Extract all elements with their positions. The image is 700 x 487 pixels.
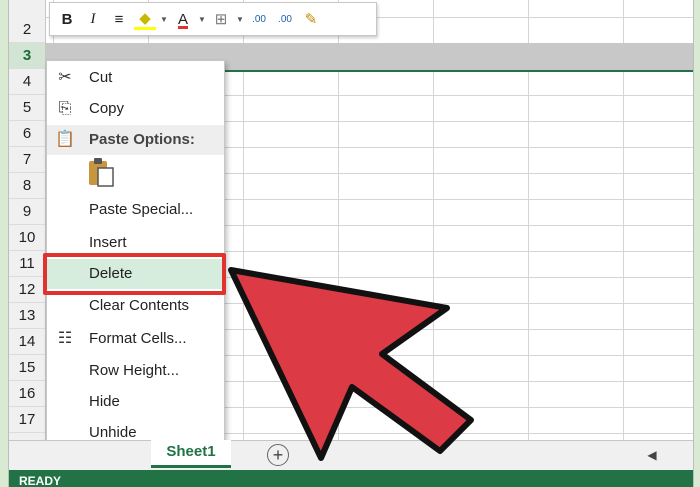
scroll-left-icon[interactable]: ◀ [643, 445, 661, 465]
menu-item-label: Insert [89, 234, 127, 251]
italic-button[interactable]: I [82, 11, 104, 28]
status-text: READY [19, 474, 62, 487]
format-cells-icon: ☷ [57, 330, 73, 347]
row-header[interactable]: 12 [9, 277, 45, 303]
menu-header-paste-options: 📋 Paste Options: [47, 125, 224, 155]
row-header[interactable]: 4 [9, 69, 45, 95]
font-color-icon[interactable]: A [172, 11, 194, 28]
chevron-down-icon[interactable]: ▼ [160, 15, 168, 24]
menu-item-row-height[interactable]: Row Height... [47, 356, 224, 386]
menu-item-label: Paste Special... [89, 201, 194, 218]
bold-button[interactable]: B [56, 11, 78, 28]
sheet-tab[interactable]: Sheet1 [151, 440, 231, 468]
menu-item-label: Clear Contents [89, 297, 190, 314]
menu-header-label: Paste Options: [89, 131, 195, 148]
row-header[interactable]: 16 [9, 381, 45, 407]
menu-item-clear-contents[interactable]: Clear Contents [47, 291, 224, 321]
add-sheet-icon[interactable]: + [267, 444, 289, 466]
row-header[interactable]: 7 [9, 147, 45, 173]
delete-highlight-box [43, 253, 226, 295]
decrease-decimal-icon[interactable]: .00 [274, 14, 296, 25]
chevron-down-icon[interactable]: ▼ [236, 15, 244, 24]
align-center-icon[interactable]: ≡ [108, 11, 130, 28]
menu-item-cut[interactable]: ✂ Cut [47, 63, 224, 93]
row-header[interactable]: 15 [9, 355, 45, 381]
row-header[interactable]: 17 [9, 407, 45, 433]
row-header[interactable]: 9 [9, 199, 45, 225]
chevron-down-icon[interactable]: ▼ [198, 15, 206, 24]
row-header[interactable]: 13 [9, 303, 45, 329]
menu-item-paste-special[interactable]: Paste Special... [47, 195, 224, 225]
sheet-tab-bar: Sheet1 + ◀ [9, 440, 693, 471]
menu-item-label: Hide [89, 393, 120, 410]
paste-clipboard-icon[interactable] [87, 156, 117, 188]
clipboard-icon: 📋 [55, 131, 75, 148]
menu-item-label: Format Cells... [89, 330, 187, 347]
format-painter-icon[interactable]: ✎ [300, 10, 322, 28]
copy-icon: ⎘ [58, 100, 72, 117]
row-header[interactable]: 8 [9, 173, 45, 199]
row-headers: 2 3 4 5 6 7 8 9 10 11 12 13 14 15 16 17 [9, 0, 46, 440]
row-header[interactable]: 11 [9, 251, 45, 277]
scissors-icon: ✂ [58, 69, 72, 86]
menu-item-label: Cut [89, 69, 113, 86]
row-header[interactable]: 6 [9, 121, 45, 147]
menu-item-format-cells[interactable]: ☷ Format Cells... [47, 324, 224, 354]
row-header-selected[interactable]: 3 [9, 43, 45, 69]
menu-item-label: Unhide [89, 424, 137, 441]
menu-item-label: Row Height... [89, 362, 180, 379]
row-header[interactable]: 5 [9, 95, 45, 121]
row-header[interactable]: 10 [9, 225, 45, 251]
row-header[interactable]: 2 [9, 17, 45, 43]
spreadsheet-window: 2 3 4 5 6 7 8 9 10 11 12 13 14 15 16 17 … [8, 0, 694, 487]
row-header[interactable]: 14 [9, 329, 45, 355]
increase-decimal-icon[interactable]: .00 [248, 14, 270, 25]
status-bar: READY [9, 470, 693, 487]
menu-item-hide[interactable]: Hide [47, 387, 224, 417]
fill-color-icon[interactable]: ◆ [134, 9, 156, 30]
menu-item-label: Copy [89, 100, 125, 117]
borders-icon[interactable]: ⊞ [210, 10, 232, 28]
mini-toolbar: B I ≡ ◆ ▼ A ▼ ⊞ ▼ .00 .00 ✎ [49, 2, 377, 36]
menu-item-copy[interactable]: ⎘ Copy [47, 94, 224, 124]
